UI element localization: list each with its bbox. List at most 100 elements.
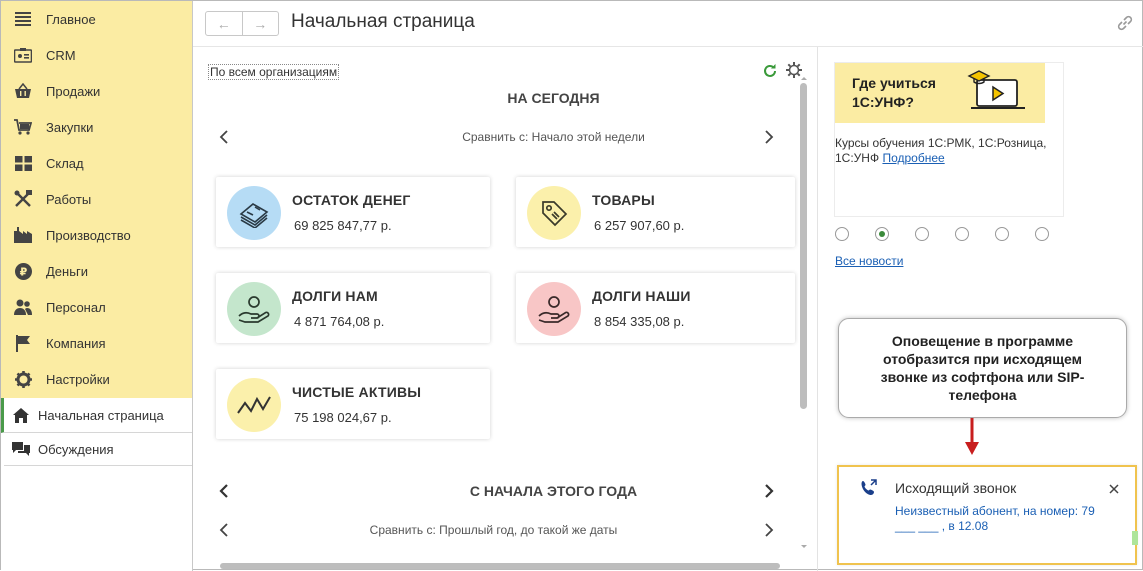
sidebar-item-label: Деньги	[46, 263, 88, 279]
year-compare-prev-button[interactable]	[216, 521, 230, 539]
sidebar-item-production[interactable]: Производство	[1, 217, 192, 253]
year-prev-button[interactable]	[216, 482, 230, 500]
close-icon[interactable]	[1107, 482, 1121, 496]
sidebar-item-purchases[interactable]: Закупки	[1, 109, 192, 145]
sidebar-item-settings[interactable]: Настройки	[1, 361, 192, 397]
vertical-scrollbar[interactable]	[798, 77, 810, 557]
card-icon-circle	[227, 186, 281, 240]
page-title: Начальная страница	[291, 11, 475, 32]
refresh-icon[interactable]	[762, 63, 778, 79]
sidebar-item-money[interactable]: ₽ Деньги	[1, 253, 192, 289]
callout-text: Оповещение в программе отобразится при и…	[880, 333, 1085, 403]
arrow-right-icon: →	[253, 15, 268, 32]
card-payables[interactable]: ДОЛГИ НАШИ 8 854 335,08 р.	[516, 273, 795, 343]
back-button[interactable]: ←	[206, 12, 243, 35]
contact-card-icon	[14, 46, 32, 64]
sidebar-item-label: Продажи	[46, 83, 101, 99]
card-net-assets[interactable]: ЧИСТЫЕ АКТИВЫ 75 198 024,67 р.	[216, 369, 490, 439]
notification-title: Исходящий звонок	[895, 480, 1017, 496]
year-section-title: С НАЧАЛА ЭТОГО ГОДА	[469, 483, 638, 499]
tools-icon	[14, 190, 32, 208]
today-section-title: НА СЕГОДНЯ	[507, 90, 600, 106]
year-next-button[interactable]	[762, 482, 776, 500]
home-icon	[12, 406, 30, 424]
sidebar-item-label: Работы	[46, 191, 92, 207]
money-stack-icon	[239, 203, 269, 228]
link-icon[interactable]	[1116, 14, 1134, 32]
sidebar-item-label: Обсуждения	[38, 441, 114, 457]
news-slide-dot[interactable]	[995, 227, 1009, 241]
scroll-up-icon	[801, 77, 807, 80]
sidebar-item-sales[interactable]: Продажи	[1, 73, 192, 109]
news-slide-dot[interactable]	[1035, 227, 1049, 241]
chevron-right-icon	[764, 130, 773, 144]
chevron-right-icon	[764, 523, 773, 537]
forward-button[interactable]: →	[243, 12, 279, 35]
sidebar-item-label: Склад	[46, 155, 84, 171]
card-value: 8 854 335,08 р.	[594, 314, 685, 329]
outgoing-call-notification[interactable]: Исходящий звонок Неизвестный абонент, на…	[837, 465, 1138, 565]
hamburger-icon	[14, 10, 32, 28]
notification-body[interactable]: Неизвестный абонент, на номер: 79 ___ __…	[895, 504, 1115, 534]
sidebar-item-works[interactable]: Работы	[1, 181, 192, 217]
gear-icon	[14, 370, 32, 388]
all-news-link[interactable]: Все новости	[835, 254, 903, 268]
sidebar-item-personnel[interactable]: Персонал	[1, 289, 192, 325]
year-compare-label[interactable]: Сравнить с: Прошлый год, до такой же дат…	[346, 523, 641, 537]
sidebar: Главное CRM Продажи Закупки Склад Работы…	[1, 1, 193, 571]
warehouse-grid-icon	[14, 154, 32, 172]
sidebar-item-company[interactable]: Компания	[1, 325, 192, 361]
card-goods[interactable]: ТОВАРЫ 6 257 907,60 р.	[516, 177, 795, 247]
card-value: 75 198 024,67 р.	[294, 410, 392, 425]
sidebar-item-discussions[interactable]: Обсуждения	[4, 433, 192, 466]
card-icon-circle	[527, 186, 581, 240]
card-receivables[interactable]: ДОЛГИ НАМ 4 871 764,08 р.	[216, 273, 490, 343]
sidebar-item-label: Производство	[46, 227, 131, 243]
red-arrow-icon	[965, 418, 979, 455]
price-tag-icon	[542, 201, 568, 227]
news-slide-dot[interactable]	[955, 227, 969, 241]
card-icon-circle	[227, 282, 281, 336]
today-next-button[interactable]	[762, 128, 776, 146]
news-slide-dot-selected[interactable]	[875, 227, 889, 241]
year-compare-next-button[interactable]	[762, 521, 776, 539]
news-text: Курсы обучения 1С:РМК, 1С:Розница, 1С:УН…	[835, 136, 1063, 166]
sidebar-item-label: Начальная страница	[38, 407, 164, 423]
news-slide-dot[interactable]	[835, 227, 849, 241]
today-prev-button[interactable]	[216, 128, 230, 146]
hand-person-icon	[238, 296, 270, 323]
card-title: ДОЛГИ НАМ	[292, 288, 378, 304]
scrollbar-thumb[interactable]	[800, 83, 807, 409]
today-compare-label[interactable]: Сравнить с: Начало этой недели	[401, 130, 706, 144]
banner-title: Где учиться 1С:УНФ?	[852, 75, 936, 110]
cart-icon	[14, 118, 32, 136]
news-slide-dot[interactable]	[915, 227, 929, 241]
news-widget: Где учиться 1С:УНФ? Курсы обучения 1С:РМ…	[834, 62, 1064, 217]
card-value: 4 871 764,08 р.	[294, 314, 385, 329]
news-more-link[interactable]: Подробнее	[882, 151, 944, 165]
card-value: 6 257 907,60 р.	[594, 218, 685, 233]
organization-filter-link[interactable]: По всем организациям	[208, 64, 340, 80]
sidebar-item-crm[interactable]: CRM	[1, 37, 192, 73]
sidebar-item-label: Главное	[46, 11, 96, 27]
panel-divider	[817, 47, 818, 571]
sidebar-item-main[interactable]: Главное	[1, 1, 192, 37]
scrollbar-thumb[interactable]	[220, 563, 780, 569]
chevron-right-icon	[764, 484, 774, 498]
card-title: ТОВАРЫ	[592, 192, 655, 208]
card-icon-circle	[527, 282, 581, 336]
app-window: Главное CRM Продажи Закупки Склад Работы…	[0, 0, 1143, 571]
card-title: ДОЛГИ НАШИ	[592, 288, 691, 304]
sidebar-item-home[interactable]: Начальная страница	[1, 398, 192, 433]
card-cash-balance[interactable]: ОСТАТОК ДЕНЕГ 69 825 847,77 р.	[216, 177, 490, 247]
outgoing-call-icon	[861, 479, 877, 495]
sidebar-item-warehouse[interactable]: Склад	[1, 145, 192, 181]
history-nav: ← →	[205, 11, 279, 36]
trend-line-icon	[237, 396, 271, 414]
people-icon	[14, 298, 32, 316]
news-banner[interactable]: Где учиться 1С:УНФ?	[835, 63, 1045, 123]
sidebar-item-label: CRM	[46, 47, 76, 63]
scroll-down-icon	[801, 545, 807, 548]
basket-icon	[14, 82, 32, 100]
svg-text:₽: ₽	[19, 265, 27, 278]
